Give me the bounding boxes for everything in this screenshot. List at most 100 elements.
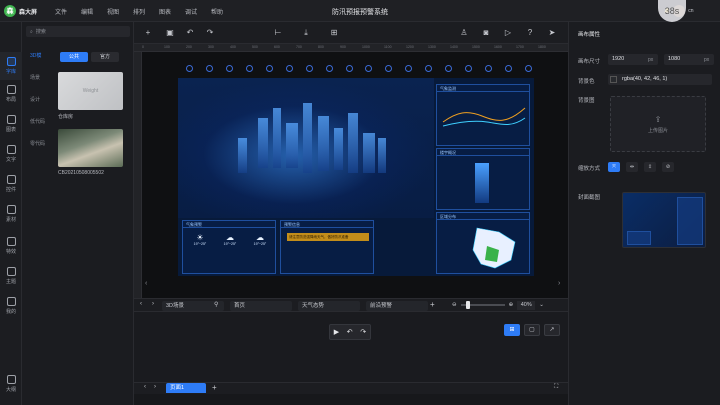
canvas-scroll-right-icon[interactable]: › — [558, 280, 560, 287]
guide-marker[interactable] — [245, 65, 253, 72]
zoom-in-icon[interactable]: ⊕ — [509, 302, 514, 308]
stage-fit-button[interactable]: ⊞ — [504, 324, 520, 336]
stage-popout-button[interactable]: ↗ — [544, 324, 560, 336]
weather-panel[interactable]: 气象监测 — [436, 84, 530, 146]
fit-scale-button[interactable]: ⤧ — [608, 162, 620, 172]
publish-icon[interactable]: ➤ — [548, 29, 556, 37]
help-icon[interactable]: ? — [526, 29, 534, 37]
rail-item-material[interactable]: 素材 — [0, 200, 22, 228]
guide-marker[interactable] — [505, 65, 512, 72]
play-icon[interactable]: ▶ — [334, 328, 339, 336]
rail-label: 主题 — [5, 279, 16, 285]
guide-marker[interactable] — [265, 65, 273, 72]
rail-item-control[interactable]: 控件 — [0, 170, 22, 198]
guide-marker[interactable] — [385, 65, 393, 72]
rail-item-theme[interactable]: 主题 — [0, 262, 22, 290]
zoom-out-icon[interactable]: ⊖ — [452, 302, 457, 308]
rail-item-mine[interactable]: 我的 — [0, 292, 22, 320]
guide-marker[interactable] — [445, 65, 453, 72]
rail-item-outline[interactable]: 大纲 — [0, 370, 22, 398]
bg-image-upload[interactable]: ⇪ 上传图片 — [610, 96, 706, 152]
building-panel[interactable]: 楼宇概况 — [436, 148, 530, 210]
add-page-icon[interactable]: + — [212, 383, 217, 392]
guide-marker[interactable] — [186, 65, 193, 72]
canvas-scroll-left-icon[interactable]: ‹ — [145, 280, 147, 287]
page-tab[interactable]: 页面1 — [166, 383, 206, 393]
forecast-map-panel[interactable]: 区域分布 — [436, 212, 530, 274]
category-design[interactable]: 设计 — [22, 96, 52, 103]
guide-marker[interactable] — [225, 65, 233, 72]
stage-window-button[interactable]: ▢ — [524, 324, 540, 336]
fit-width-button[interactable]: ⇹ — [626, 162, 638, 172]
rail-item-chart[interactable]: 图表 — [0, 110, 22, 138]
redo-icon[interactable]: ↷ — [206, 29, 214, 37]
page-prev-icon[interactable]: ‹ — [144, 384, 146, 390]
zoom-value[interactable]: 40% — [517, 300, 536, 310]
guide-marker[interactable] — [305, 65, 313, 72]
step-back-icon[interactable]: ↶ — [347, 328, 353, 336]
page-next-icon[interactable]: › — [154, 384, 156, 390]
color-swatch[interactable] — [610, 76, 617, 83]
search-input[interactable]: ⌕ 搜索 — [26, 26, 130, 37]
category-scene[interactable]: 场景 — [22, 74, 52, 81]
pin-icon[interactable]: ⚲ — [214, 301, 218, 308]
undo-icon[interactable]: ↶ — [186, 29, 194, 37]
bg-color-input[interactable]: rgba(40, 42, 46, 1) — [608, 74, 712, 85]
asset-thumbnail[interactable]: Weight — [58, 72, 123, 110]
layer-warning[interactable]: 前沿预警 — [366, 301, 428, 311]
rail-item-text[interactable]: 文字 — [0, 140, 22, 168]
menu-help[interactable]: 帮助 — [204, 7, 230, 16]
nav-prev-icon[interactable]: ‹ — [140, 301, 142, 307]
add-layer-icon[interactable]: + — [430, 300, 435, 309]
menu-arrange[interactable]: 排列 — [126, 7, 152, 16]
fit-height-button[interactable]: ⇳ — [644, 162, 656, 172]
cover-screenshot[interactable] — [622, 192, 706, 248]
person-icon[interactable]: ♙ — [460, 29, 468, 37]
guide-marker[interactable] — [205, 65, 213, 72]
guide-marker[interactable] — [405, 65, 413, 72]
app-logo[interactable]: 森 森大屏 — [4, 4, 54, 18]
zoom-slider[interactable] — [460, 301, 505, 309]
chevron-down-icon[interactable]: ⌄ — [539, 302, 544, 308]
guide-marker[interactable] — [485, 65, 493, 72]
camera-icon[interactable]: ◙ — [482, 29, 490, 37]
asset-thumbnail[interactable] — [58, 129, 123, 167]
nav-next-icon[interactable]: › — [152, 301, 154, 307]
step-forward-icon[interactable]: ↷ — [360, 328, 366, 336]
forecast-panel[interactable]: 气象预警 ☀ 19°~25° ☁ 19°~25° ☁ 19°~25° — [182, 220, 276, 274]
layer-home[interactable]: 首页 — [230, 301, 292, 311]
add-icon[interactable]: + — [144, 29, 152, 37]
category-3d[interactable]: 3D模 — [22, 52, 52, 59]
layer-weather[interactable]: 天气态势 — [298, 301, 360, 311]
guide-marker[interactable] — [524, 65, 532, 72]
dashboard-preview[interactable]: 气象监测 楼宇概况 区域分布 气象预警 ☀ 19°~25° ☁ 19°~25° ☁ 1… — [178, 78, 534, 276]
tab-official[interactable]: 官方 — [91, 52, 119, 62]
menu-file[interactable]: 文件 — [48, 7, 74, 16]
menu-view[interactable]: 视图 — [100, 7, 126, 16]
zoom-slider-handle[interactable] — [465, 301, 470, 309]
menu-edit[interactable]: 编辑 — [74, 7, 100, 16]
rail-item-layout[interactable]: 布局 — [0, 80, 22, 108]
alert-panel[interactable]: 预警信息 请注意防范强降雨天气，做好防汛准备 — [280, 220, 374, 274]
fit-none-button[interactable]: ⊘ — [662, 162, 674, 172]
rail-item-font[interactable]: 字库 — [0, 52, 22, 80]
menu-debug[interactable]: 调试 — [178, 7, 204, 16]
guide-marker[interactable] — [285, 65, 293, 72]
category-nocode[interactable]: 零代码 — [22, 140, 52, 147]
rail-item-effect[interactable]: 特效 — [0, 232, 22, 260]
guide-marker[interactable] — [425, 65, 433, 72]
guide-marker[interactable] — [465, 65, 473, 72]
guide-marker[interactable] — [365, 65, 373, 72]
fullscreen-icon[interactable]: ⛶ — [554, 384, 558, 391]
align-icon[interactable]: ⊢ — [274, 29, 282, 37]
guide-marker[interactable] — [325, 65, 333, 72]
fit-mode-label: 缩放方式 — [578, 166, 601, 172]
guide-marker[interactable] — [345, 65, 353, 72]
category-lowcode[interactable]: 低代码 — [22, 118, 52, 125]
menu-chart[interactable]: 图表 — [152, 7, 178, 16]
grid-icon[interactable]: ⊞ — [330, 29, 338, 37]
save-icon[interactable]: ▣ — [166, 29, 174, 37]
preview-icon[interactable]: ▷ — [504, 29, 512, 37]
tab-public[interactable]: 公共 — [60, 52, 88, 62]
distribute-icon[interactable]: ⤓ — [302, 29, 310, 37]
